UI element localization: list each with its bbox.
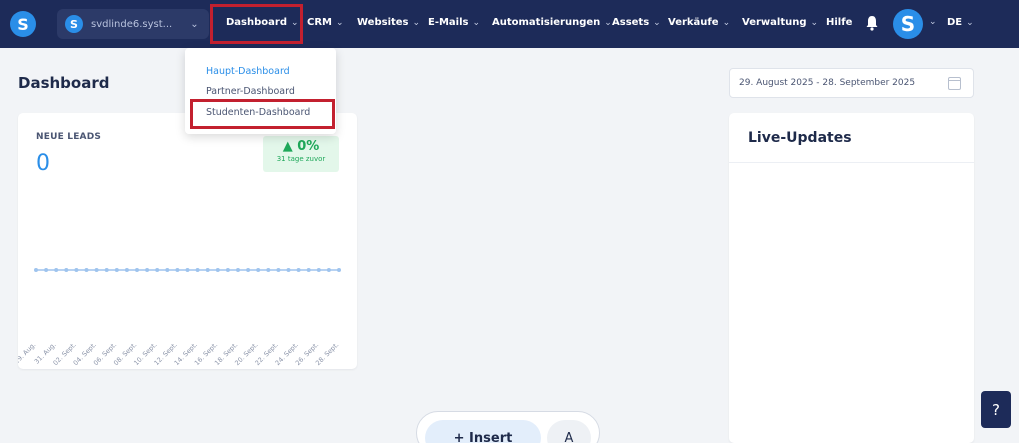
- nav-administration[interactable]: Verwaltung ⌄: [742, 17, 818, 28]
- chevron-down-icon: ⌄: [472, 17, 481, 28]
- date-range-value: 29. August 2025 - 28. September 2025: [739, 78, 916, 88]
- help-button[interactable]: ?: [981, 391, 1011, 428]
- data-point[interactable]: [155, 268, 160, 272]
- language-label: DE: [947, 17, 963, 28]
- nav-emails[interactable]: E-Mails ⌄: [428, 17, 480, 28]
- nav-help-label: Hilfe: [826, 17, 853, 28]
- data-point[interactable]: [185, 268, 190, 272]
- data-point[interactable]: [246, 268, 251, 272]
- live-updates-title: Live-Updates: [748, 130, 852, 146]
- nav-crm-label: CRM: [307, 17, 332, 28]
- insert-toolbar: + Insert A: [416, 411, 600, 443]
- data-point[interactable]: [44, 268, 49, 272]
- nav-automations-label: Automatisierungen: [492, 17, 601, 28]
- chevron-down-icon: ⌄: [722, 17, 731, 28]
- data-point[interactable]: [306, 268, 311, 272]
- data-point[interactable]: [165, 268, 170, 272]
- data-point[interactable]: [205, 268, 210, 272]
- account-logo-icon: S: [65, 15, 83, 33]
- nav-assets-label: Assets: [612, 17, 650, 28]
- nav-emails-label: E-Mails: [428, 17, 469, 28]
- data-point[interactable]: [276, 268, 281, 272]
- data-point[interactable]: [84, 268, 89, 272]
- data-point[interactable]: [54, 268, 59, 272]
- nav-automations[interactable]: Automatisierungen ⌄: [492, 17, 612, 28]
- bell-icon[interactable]: [865, 15, 879, 31]
- data-point[interactable]: [225, 268, 230, 272]
- data-point[interactable]: [236, 268, 240, 272]
- page-title: Dashboard: [18, 74, 110, 92]
- nav-sales-label: Verkäufe: [668, 17, 719, 28]
- nav-assets[interactable]: Assets ⌄: [612, 17, 661, 28]
- insert-button[interactable]: + Insert: [425, 420, 541, 443]
- data-point[interactable]: [326, 268, 331, 272]
- chevron-down-icon: ⌄: [966, 18, 974, 28]
- data-point[interactable]: [195, 268, 200, 272]
- data-point[interactable]: [94, 268, 99, 272]
- data-point[interactable]: [286, 268, 291, 272]
- data-point[interactable]: [145, 268, 150, 272]
- data-point[interactable]: [337, 268, 341, 272]
- nav-help[interactable]: Hilfe: [826, 17, 852, 28]
- divider: [729, 162, 974, 163]
- menu-item-partner-dashboard[interactable]: Partner-Dashboard: [206, 86, 295, 97]
- chevron-down-icon: ⌄: [412, 17, 421, 28]
- chevron-down-icon[interactable]: ⌄: [929, 17, 937, 27]
- data-point[interactable]: [296, 268, 301, 272]
- text-format-button[interactable]: A: [547, 420, 591, 443]
- user-avatar[interactable]: S: [893, 9, 923, 39]
- data-point[interactable]: [316, 268, 321, 272]
- chevron-down-icon: ⌄: [810, 17, 819, 28]
- chevron-down-icon: ⌄: [604, 17, 612, 28]
- data-point[interactable]: [124, 268, 129, 272]
- data-point[interactable]: [215, 268, 220, 272]
- top-navbar: S S svdlinde6.syst... ⌄ Dashboard ⌄ CRM ⌄ …: [0, 0, 1019, 48]
- data-point[interactable]: [175, 268, 180, 272]
- chevron-down-icon: ⌄: [653, 17, 661, 28]
- account-name: svdlinde6.syst...: [91, 18, 173, 30]
- highlight-box: [190, 99, 335, 129]
- nav-crm[interactable]: CRM ⌄: [307, 17, 344, 28]
- data-point[interactable]: [135, 268, 139, 272]
- chevron-down-icon: ⌄: [190, 18, 199, 30]
- data-point[interactable]: [104, 268, 109, 272]
- live-updates-card: Live-Updates: [729, 113, 974, 443]
- data-point[interactable]: [266, 268, 271, 272]
- calendar-icon: [948, 77, 961, 90]
- language-selector[interactable]: DE ⌄: [947, 17, 974, 28]
- highlight-box: [210, 4, 303, 44]
- account-switcher[interactable]: S svdlinde6.syst... ⌄: [57, 9, 209, 39]
- brand-logo[interactable]: S: [10, 11, 36, 37]
- nav-websites-label: Websites: [357, 17, 409, 28]
- date-range-picker[interactable]: 29. August 2025 - 28. September 2025: [729, 68, 974, 98]
- menu-item-main-dashboard[interactable]: Haupt-Dashboard: [206, 66, 290, 77]
- data-point[interactable]: [74, 268, 79, 272]
- nav-administration-label: Verwaltung: [742, 17, 807, 28]
- new-leads-card: NEUE LEADS 0 ▲ 0% 31 tage zuvor 29. Aug.…: [18, 113, 357, 369]
- leads-line-chart: 29. Aug.31. Aug.02. Sept.04. Sept.06. Se…: [18, 268, 341, 367]
- nav-websites[interactable]: Websites ⌄: [357, 17, 420, 28]
- data-point[interactable]: [34, 268, 38, 272]
- data-point[interactable]: [256, 268, 261, 272]
- chevron-down-icon: ⌄: [336, 17, 344, 28]
- data-point[interactable]: [64, 268, 69, 272]
- nav-sales[interactable]: Verkäufe ⌄: [668, 17, 730, 28]
- data-point[interactable]: [114, 268, 119, 272]
